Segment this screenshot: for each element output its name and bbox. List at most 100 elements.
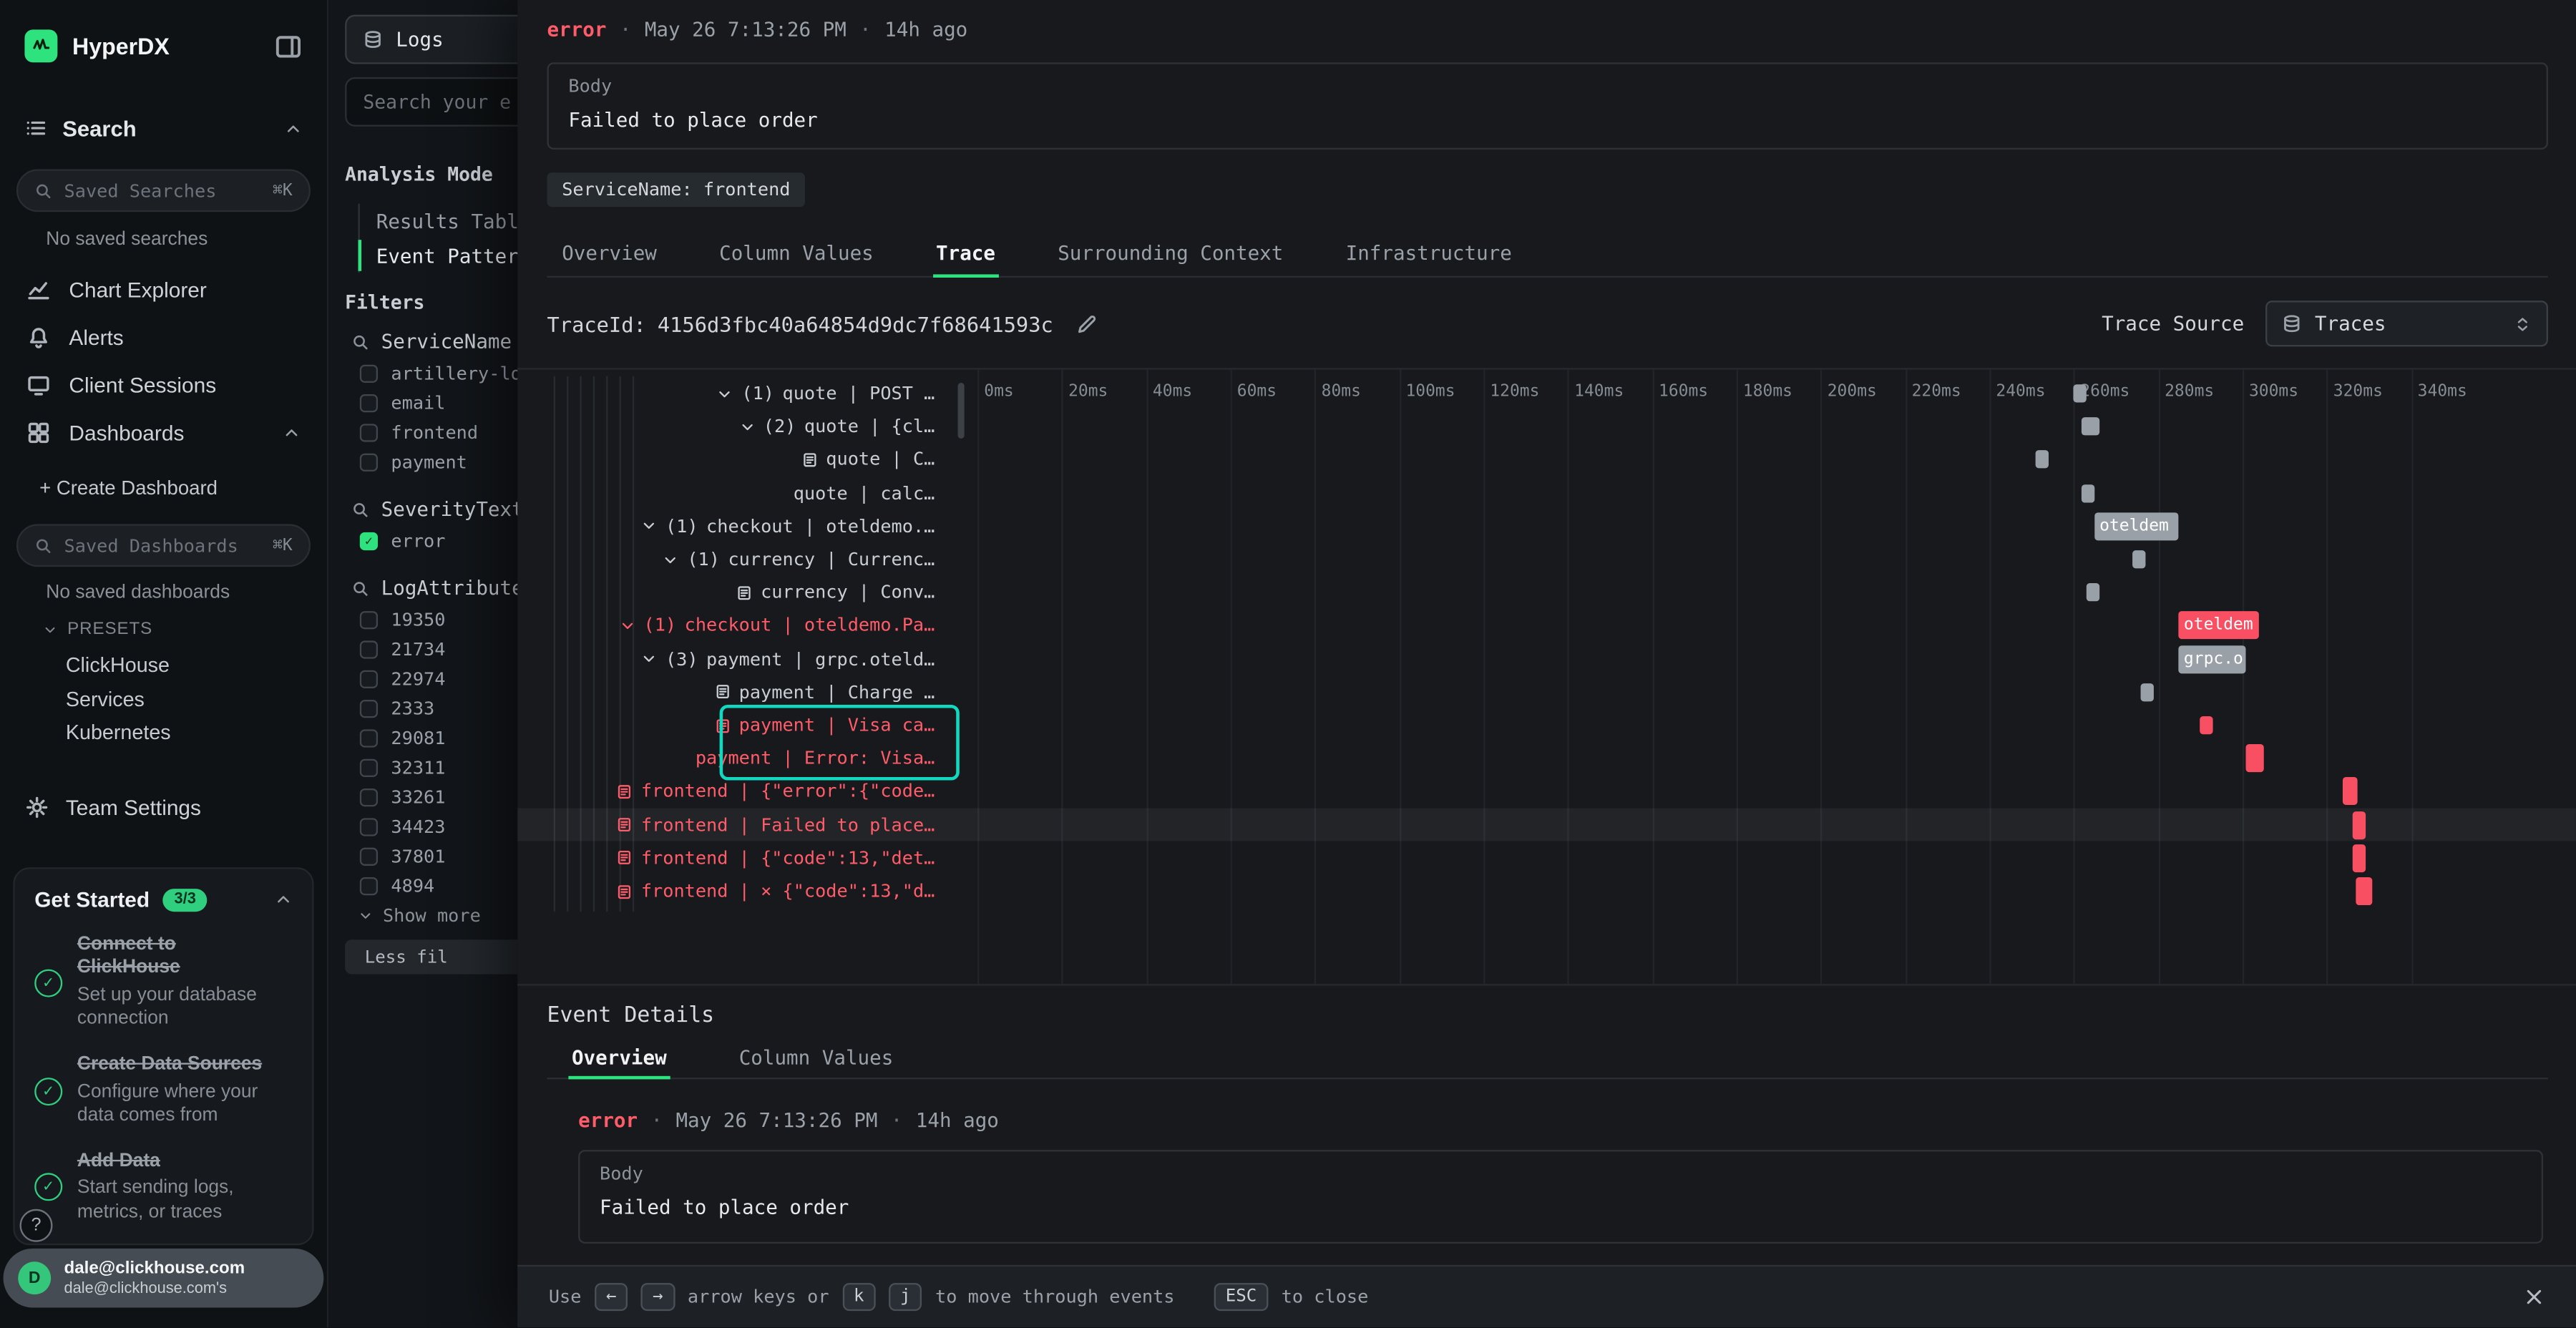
- trace-span-row[interactable]: frontend | Failed to place…: [517, 809, 2576, 841]
- get-started-step[interactable]: ✓Create Data SourcesConfigure where your…: [34, 1053, 292, 1128]
- span-bar[interactable]: [2074, 384, 2087, 402]
- trace-span-row[interactable]: (1)quote | POST …: [517, 377, 2576, 410]
- event-details-tab-column-values[interactable]: Column Values: [736, 1038, 897, 1078]
- edit-pencil-icon[interactable]: [1076, 313, 1098, 334]
- get-started-badge: 3/3: [162, 888, 207, 911]
- trace-source-select[interactable]: Traces: [2265, 301, 2548, 346]
- get-started-step[interactable]: ✓Connect to ClickHouseSet up your databa…: [34, 933, 292, 1032]
- trace-span-row[interactable]: quote | calc…: [517, 477, 2576, 509]
- span-bar[interactable]: [2352, 811, 2367, 839]
- presets-header[interactable]: PRESETS: [43, 620, 152, 640]
- checkbox-unchecked[interactable]: [360, 453, 378, 471]
- event-details-tab-overview[interactable]: Overview: [568, 1038, 670, 1078]
- span-bar[interactable]: [2086, 584, 2099, 602]
- body-value: Failed to place order: [568, 109, 2527, 132]
- checkbox-unchecked[interactable]: [360, 788, 378, 806]
- analysis-mode-list: Results TableEvent Patterns: [358, 204, 542, 273]
- preset-item-kubernetes[interactable]: Kubernetes: [0, 716, 327, 750]
- checkbox-unchecked[interactable]: [360, 640, 378, 658]
- saved-searches-placeholder: Saved Searches: [64, 180, 217, 201]
- preset-item-services[interactable]: Services: [0, 683, 327, 716]
- show-more-label: Show more: [383, 904, 481, 926]
- sidebar-item-team-settings[interactable]: Team Settings: [0, 783, 327, 829]
- get-started-header[interactable]: Get Started 3/3: [34, 887, 292, 912]
- search-section-label: Search: [62, 116, 136, 140]
- span-bar[interactable]: [2356, 877, 2373, 905]
- span-bar[interactable]: [2200, 716, 2212, 734]
- trace-span-row[interactable]: (3)payment | grpc.oteld…grpc.o: [517, 643, 2576, 675]
- analysis-mode-results-table[interactable]: Results Table: [360, 204, 542, 238]
- checkbox-unchecked[interactable]: [360, 758, 378, 776]
- tab-column-values[interactable]: Column Values: [716, 228, 877, 276]
- checkbox-unchecked[interactable]: [360, 699, 378, 717]
- log-icon: [801, 451, 818, 468]
- chevron-up-icon[interactable]: [284, 119, 302, 137]
- checkbox-unchecked[interactable]: [360, 877, 378, 894]
- get-started-step-desc: Set up your database connection: [77, 984, 271, 1032]
- filter-option-label: 34423: [391, 816, 445, 837]
- span-bar[interactable]: [2082, 418, 2099, 436]
- span-label-text: quote | {cl…: [804, 416, 935, 438]
- checkbox-unchecked[interactable]: [360, 610, 378, 628]
- span-bar[interactable]: [2036, 451, 2049, 469]
- service-name-chip[interactable]: ServiceName: frontend: [547, 172, 806, 207]
- hyperdx-logo-icon: [24, 29, 57, 62]
- database-icon: [363, 29, 383, 49]
- span-bar[interactable]: [2246, 745, 2263, 773]
- trace-span-row[interactable]: currency | Conv…: [517, 576, 2576, 609]
- close-icon[interactable]: [2524, 1286, 2545, 1308]
- checkbox-unchecked[interactable]: [360, 423, 378, 441]
- saved-dashboards-input[interactable]: Saved Dashboards ⌘K: [16, 524, 311, 567]
- span-bar[interactable]: oteldem: [2094, 512, 2179, 540]
- checkbox-unchecked[interactable]: [360, 670, 378, 688]
- preset-item-clickhouse[interactable]: ClickHouse: [0, 649, 327, 683]
- bell-icon: [26, 326, 51, 350]
- esc-key: ESC: [1214, 1282, 1269, 1312]
- sidebar-item-label: Alerts: [69, 326, 123, 350]
- trace-span-row[interactable]: frontend | × {"code":13,"d…: [517, 875, 2576, 908]
- sidebar-item-client-sessions[interactable]: Client Sessions: [0, 361, 327, 409]
- span-bar[interactable]: [2352, 844, 2367, 872]
- checkbox-unchecked[interactable]: [360, 817, 378, 835]
- get-started-step[interactable]: ✓Add DataStart sending logs, metrics, or…: [34, 1150, 292, 1225]
- arrow-left-key: ←: [595, 1282, 628, 1312]
- span-bar[interactable]: [2082, 484, 2095, 502]
- help-button[interactable]: ?: [20, 1209, 53, 1242]
- trace-span-row[interactable]: frontend | {"code":13,"det…: [517, 841, 2576, 874]
- trace-span-row[interactable]: (1)checkout | oteldemo.…oteldem: [517, 509, 2576, 542]
- create-dashboard-button[interactable]: + Create Dashboard: [39, 477, 218, 499]
- monitor-icon: [26, 373, 51, 397]
- tab-surrounding-context[interactable]: Surrounding Context: [1055, 228, 1287, 276]
- tab-infrastructure[interactable]: Infrastructure: [1342, 228, 1515, 276]
- span-count: (1): [741, 383, 774, 404]
- collapse-sidebar-icon[interactable]: [274, 32, 302, 60]
- checkbox-checked[interactable]: ✓: [360, 532, 378, 550]
- analysis-mode-event-patterns[interactable]: Event Patterns: [360, 238, 542, 273]
- span-bar[interactable]: [2132, 550, 2145, 568]
- trace-span-row[interactable]: (2)quote | {cl…: [517, 410, 2576, 443]
- span-bar[interactable]: [2141, 683, 2154, 701]
- trace-span-row[interactable]: (1)currency | Currenc…: [517, 543, 2576, 576]
- tab-overview[interactable]: Overview: [559, 228, 660, 276]
- checkbox-unchecked[interactable]: [360, 847, 378, 865]
- chevron-up-icon[interactable]: [274, 890, 292, 908]
- user-menu[interactable]: D dale@clickhouse.com dale@clickhouse.co…: [4, 1249, 324, 1308]
- search-section-header[interactable]: Search: [0, 105, 327, 151]
- trace-span-row[interactable]: (1)checkout | oteldemo.Pa…oteldem: [517, 610, 2576, 643]
- trace-span-row[interactable]: quote | C…: [517, 444, 2576, 477]
- checkbox-unchecked[interactable]: [360, 364, 378, 382]
- trace-span-row[interactable]: payment | Charge …: [517, 675, 2576, 708]
- sidebar-item-chart-explorer[interactable]: Chart Explorer: [0, 266, 327, 314]
- span-bar[interactable]: oteldem: [2179, 612, 2259, 640]
- sidebar-item-alerts[interactable]: Alerts: [0, 314, 327, 362]
- tab-trace[interactable]: Trace: [932, 228, 998, 276]
- span-bar[interactable]: grpc.o: [2179, 645, 2246, 673]
- saved-searches-input[interactable]: Saved Searches ⌘K: [16, 169, 311, 212]
- sidebar-item-dashboards[interactable]: Dashboards: [0, 409, 327, 457]
- get-started-step-desc: Configure where your data comes from: [77, 1080, 271, 1129]
- trace-source-label: Trace Source: [2102, 312, 2244, 335]
- checkbox-unchecked[interactable]: [360, 394, 378, 411]
- span-bar[interactable]: [2343, 778, 2358, 806]
- checkbox-unchecked[interactable]: [360, 728, 378, 746]
- trace-span-row[interactable]: frontend | {"error":{"code…: [517, 775, 2576, 808]
